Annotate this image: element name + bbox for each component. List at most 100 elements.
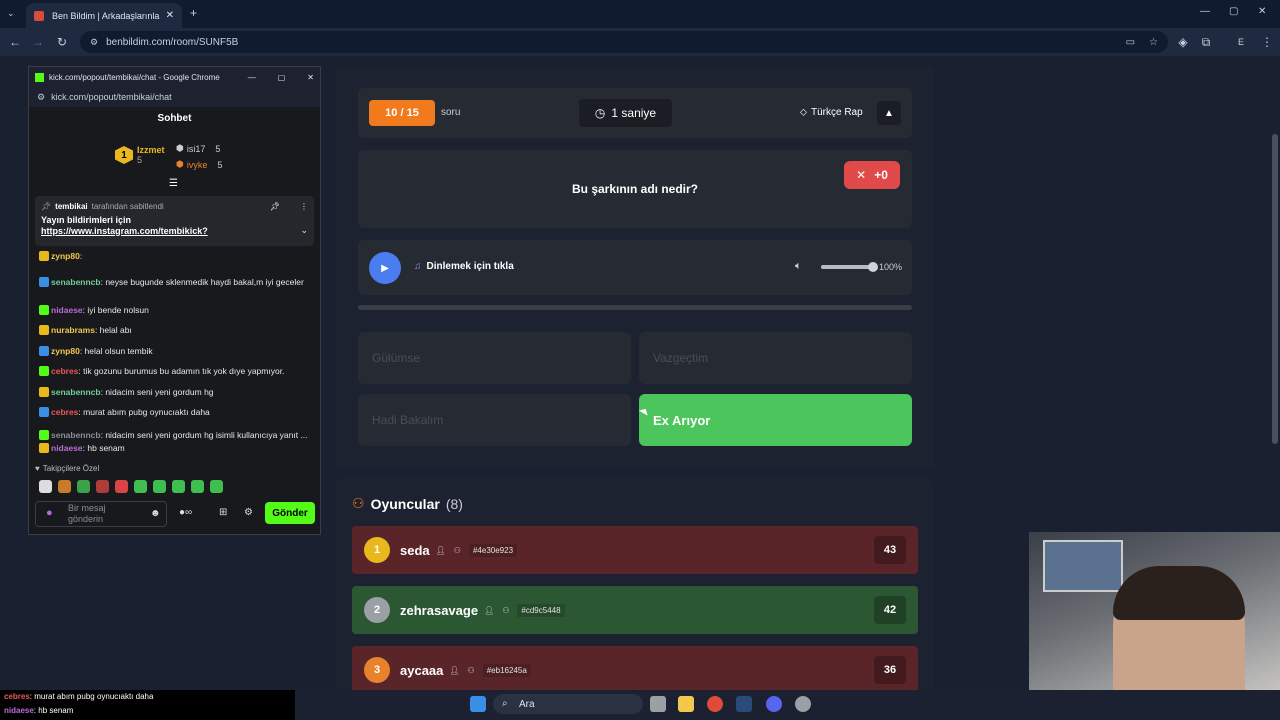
extension-shield-icon[interactable]: ◈ <box>1176 35 1190 49</box>
extensions-icon[interactable]: ⧉ <box>1199 35 1213 49</box>
chat-username[interactable]: nidaese <box>51 305 83 315</box>
task-view-icon[interactable] <box>650 696 666 712</box>
emote-icon[interactable] <box>210 480 223 493</box>
chat-username[interactable]: cebres <box>51 366 78 376</box>
points-infinity-icon[interactable]: ●∞ <box>179 507 192 518</box>
chat-message: senabenncb: neyse bugunde sklenmedik hay… <box>39 276 309 289</box>
answer-option-1[interactable]: Gülümse <box>358 332 631 384</box>
top-user-name: ivyke <box>186 159 208 170</box>
page-scrollbar[interactable] <box>1272 134 1278 444</box>
emote-icon[interactable] <box>172 480 185 493</box>
question-label: soru <box>441 107 461 118</box>
install-app-icon[interactable]: ▭ <box>1126 37 1135 48</box>
tab-list-icon[interactable]: ⌄ <box>7 8 15 19</box>
volume-slider-fill <box>821 265 873 269</box>
chat-username[interactable]: nurabrams <box>51 325 95 335</box>
pin-toggle-icon[interactable]: 📌︎ <box>270 202 280 211</box>
browser-tab[interactable]: Ben Bildim | Arkadaşlarınla Onli ✕ <box>26 3 182 28</box>
discord-icon[interactable] <box>766 696 782 712</box>
volume-icon[interactable]: 🔈︎ <box>795 260 802 273</box>
chat-minimize-icon[interactable]: — <box>248 73 256 82</box>
listen-text: Dinlemek için tıkla <box>426 261 514 272</box>
chat-url-bar[interactable]: ⚙ kick.com/popout/tembikai/chat <box>29 87 320 107</box>
user-badge-icon <box>39 443 49 453</box>
chat-message-input[interactable]: ● Bir mesaj gönderin ☻ <box>35 501 167 527</box>
player-row[interactable]: 2 zehrasavage 👤︎ ⚇ #cd9c5448 42 <box>352 586 918 634</box>
user-badge-icon <box>39 407 49 417</box>
rank-3-badge-icon: ⬢ <box>176 159 184 169</box>
file-explorer-icon[interactable] <box>678 696 694 712</box>
chat-username[interactable]: zynp80 <box>51 251 80 261</box>
gift-icon[interactable]: ⊞ <box>219 507 227 518</box>
forward-icon[interactable]: → <box>31 35 45 49</box>
add-friend-icon[interactable]: ⚇ <box>468 666 475 675</box>
kick-logo-icon <box>35 72 44 82</box>
add-friend-icon[interactable]: ⚇ <box>454 546 461 555</box>
pin-icon: 📌︎ <box>41 202 52 211</box>
steam-icon[interactable] <box>736 696 752 712</box>
players-title-text: Oyuncular <box>370 495 440 512</box>
windows-start-icon[interactable] <box>470 696 486 712</box>
emote-icon[interactable] <box>96 480 109 493</box>
player-row[interactable]: 3 aycaaa 👤︎ ⚇ #eb16245a 36 <box>352 646 918 694</box>
new-tab-icon[interactable]: + <box>190 6 197 20</box>
emote-icon[interactable] <box>39 480 52 493</box>
chat-username[interactable]: zynp80 <box>51 346 80 356</box>
url-input[interactable]: ⚙ benbildim.com/room/SUNF5B ▭ ☆ <box>80 31 1168 53</box>
chat-text: : murat abım pubg oynucıaktı daha <box>78 407 210 417</box>
player-row[interactable]: 1 seda 👤︎ ⚇ #4e30e923 43 <box>352 526 918 574</box>
ticker-text: : murat abım pubg oynucıaktı daha <box>29 692 154 701</box>
listen-label[interactable]: ♫ Dinlemek için tıkla <box>414 261 514 272</box>
emote-icon[interactable] <box>153 480 166 493</box>
volume-slider[interactable] <box>821 262 878 272</box>
report-button[interactable]: ▲ <box>877 101 901 125</box>
chat-username[interactable]: senabenncb <box>51 387 101 397</box>
chat-username[interactable]: nidaese <box>51 443 83 453</box>
pin-menu-icon[interactable]: ⋮ <box>300 202 308 211</box>
maximize-icon[interactable]: ▢ <box>1229 6 1238 17</box>
settings-gear-icon[interactable]: ⚙ <box>244 507 253 518</box>
close-window-icon[interactable]: ✕ <box>1258 6 1266 17</box>
answer-option-2[interactable]: Vazgeçtim <box>639 332 912 384</box>
emote-icon[interactable] <box>134 480 147 493</box>
emote-icon[interactable] <box>58 480 71 493</box>
back-icon[interactable]: ← <box>8 35 22 49</box>
settings-app-icon[interactable] <box>795 696 811 712</box>
chat-username[interactable]: senabenncb <box>51 430 101 440</box>
emote-icon[interactable] <box>77 480 90 493</box>
chat-site-info-icon[interactable]: ⚙ <box>37 92 45 103</box>
emote-icon[interactable] <box>115 480 128 493</box>
chat-close-icon[interactable]: ✕ <box>307 73 314 82</box>
play-button[interactable]: ▶ <box>369 252 401 284</box>
bookmark-star-icon[interactable]: ☆ <box>1149 37 1158 48</box>
pinned-header: 📌︎ tembikai tarafından sabitlendi 📌︎ ⋮ <box>41 202 308 211</box>
send-button[interactable]: Gönder <box>265 502 315 524</box>
user-icon: 👤︎ <box>435 545 446 555</box>
chat-maximize-icon[interactable]: ▢ <box>278 73 286 82</box>
chat-username[interactable]: cebres <box>51 407 78 417</box>
microphone-icon[interactable]: ● <box>46 508 53 519</box>
tag-icon: ⬦ <box>800 107 807 118</box>
emote-icon[interactable] <box>191 480 204 493</box>
chat-username[interactable]: senabenncb <box>51 277 101 287</box>
top-user-count: 5 <box>137 155 143 165</box>
answer-option-4-correct[interactable]: Ex Arıyor <box>639 394 912 446</box>
chrome-icon[interactable] <box>707 696 723 712</box>
chat-text: : helal olsun tembik <box>79 346 153 356</box>
filter-icon[interactable]: ☰ <box>169 178 178 189</box>
site-info-icon[interactable]: ⚙ <box>90 37 98 48</box>
menu-kebab-icon[interactable]: ⋮ <box>1260 35 1274 49</box>
taskbar-search[interactable]: ⌕ Ara <box>493 694 643 714</box>
answer-option-3[interactable]: Hadi Bakalım <box>358 394 631 446</box>
add-friend-icon[interactable]: ⚇ <box>502 606 509 615</box>
minimize-icon[interactable]: — <box>1200 6 1210 17</box>
tab-close-icon[interactable]: ✕ <box>166 10 174 21</box>
pinned-link[interactable]: https://www.instagram.com/tembikick? <box>41 226 208 236</box>
volume-slider-knob[interactable] <box>868 262 878 272</box>
chat-message: cebres: tik gozunu burumus bu adamın tık… <box>39 365 309 378</box>
emoji-icon[interactable]: ☻ <box>150 508 161 519</box>
profile-avatar[interactable]: E <box>1234 35 1248 49</box>
chevron-down-icon[interactable]: ⌄ <box>300 225 308 236</box>
reload-icon[interactable]: ↻ <box>55 35 69 49</box>
chat-text: : hb senam <box>82 443 125 453</box>
